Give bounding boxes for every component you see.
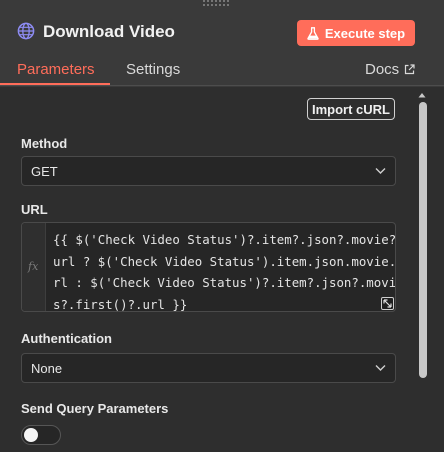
method-label: Method — [21, 136, 68, 151]
docs-label: Docs — [365, 61, 400, 78]
authentication-select[interactable]: None — [21, 353, 396, 383]
chevron-down-icon — [375, 168, 386, 174]
url-expression-editor[interactable]: fx {{ $('Check Video Status')?.item?.jso… — [21, 222, 396, 312]
active-tab-indicator — [0, 83, 110, 85]
node-panel: Download Video Execute step Parameters S… — [0, 0, 444, 452]
authentication-label: Authentication — [21, 331, 112, 346]
tab-bar: Parameters Settings Docs — [0, 56, 444, 86]
scroll-up-arrow[interactable] — [418, 92, 426, 98]
scrollbar-thumb[interactable] — [419, 102, 427, 378]
tab-settings[interactable]: Settings — [126, 61, 180, 78]
send-query-parameters-label: Send Query Parameters — [21, 401, 169, 416]
node-title: Download Video — [43, 22, 175, 41]
tab-parameters[interactable]: Parameters — [17, 61, 95, 78]
code-line: url ? $('Check Video Status').item.json.… — [53, 253, 396, 269]
execute-step-button[interactable]: Execute step — [297, 20, 415, 46]
execute-step-label: Execute step — [324, 25, 406, 41]
fx-icon: fx — [28, 260, 39, 273]
drag-handle[interactable] — [203, 0, 229, 6]
import-curl-button[interactable]: Import cURL — [307, 98, 395, 120]
url-label: URL — [21, 202, 48, 217]
chevron-down-icon — [375, 365, 386, 371]
url-expression-code[interactable]: {{ $('Check Video Status')?.item?.json?.… — [53, 229, 396, 312]
panel-header: Download Video Execute step Parameters S… — [0, 0, 444, 86]
flask-icon — [307, 26, 319, 40]
code-line: s?.first()?.url }} — [53, 296, 188, 312]
send-query-parameters-toggle[interactable] — [21, 425, 61, 445]
code-line: {{ $('Check Video Status')?.item?.json?.… — [53, 232, 396, 247]
expression-gutter: fx — [22, 223, 46, 311]
code-line: rl : $('Check Video Status')?.item?.json… — [53, 275, 396, 290]
authentication-value: None — [31, 361, 63, 376]
method-value: GET — [31, 164, 58, 179]
method-select[interactable]: GET — [21, 156, 396, 186]
docs-link[interactable]: Docs — [365, 61, 415, 78]
toggle-knob — [24, 428, 38, 442]
external-link-icon — [405, 64, 415, 75]
globe-icon — [17, 22, 35, 40]
expand-icon[interactable] — [381, 297, 394, 310]
